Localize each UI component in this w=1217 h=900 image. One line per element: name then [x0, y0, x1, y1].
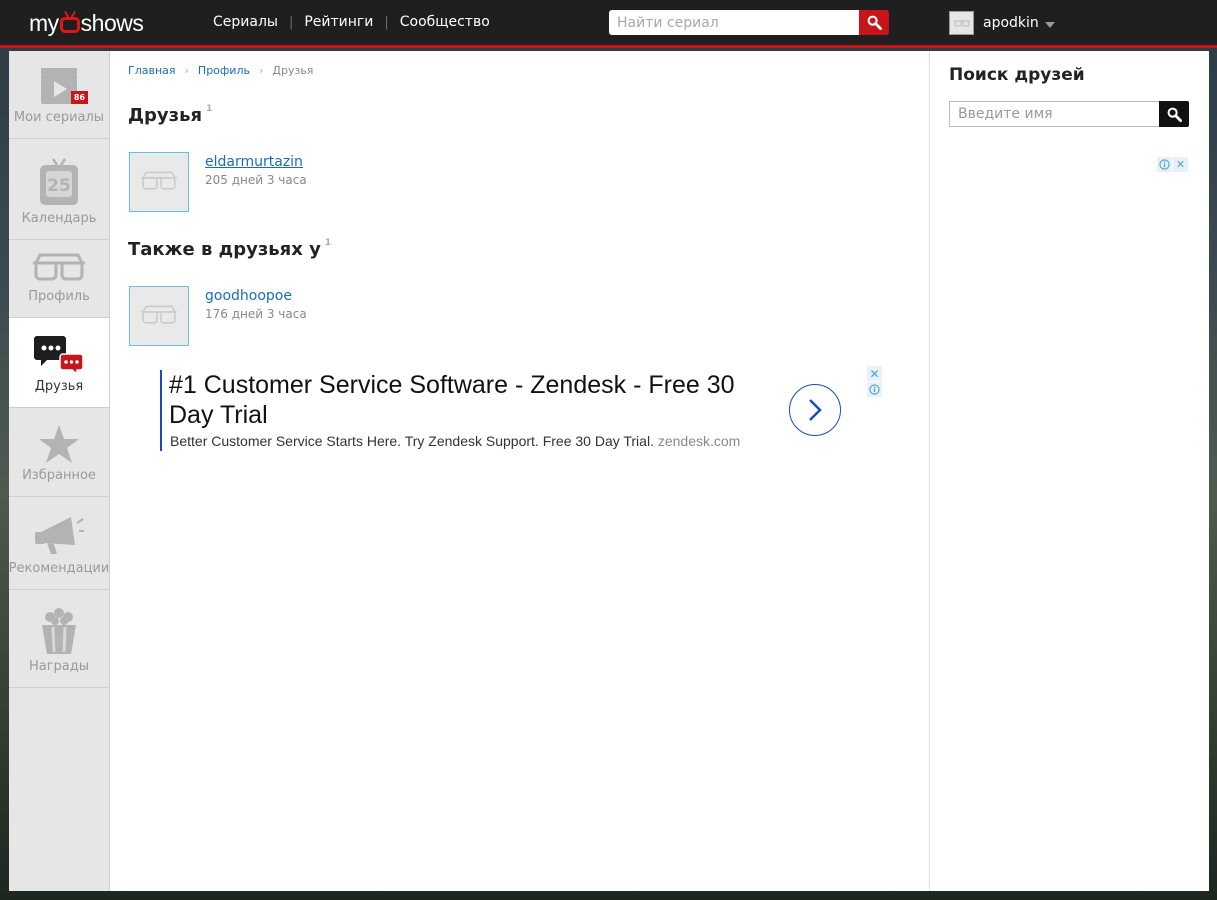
main-nav: Сериалы | Рейтинги | Сообщество: [213, 14, 490, 30]
sidebar-item-label: Профиль: [28, 289, 90, 304]
friend-name-link[interactable]: goodhoopoe: [205, 288, 307, 304]
sidebar-item-label: Календарь: [21, 211, 97, 226]
ad-banner[interactable]: #1 Customer Service Software - Zendesk -…: [160, 370, 885, 451]
breadcrumb-current: Друзья: [272, 64, 314, 77]
chevron-right-icon: ›: [258, 64, 264, 77]
ad-info-icon[interactable]: [867, 382, 882, 397]
avatar[interactable]: [129, 152, 189, 212]
ad-domain: zendesk.com: [657, 433, 741, 449]
glasses-icon: [141, 305, 177, 324]
sidebar-item-calendar[interactable]: 25 Календарь: [9, 139, 109, 240]
user-menu[interactable]: apodkin: [949, 11, 1055, 35]
username: apodkin: [983, 15, 1039, 31]
ad-description-text: Better Customer Service Starts Here. Try…: [170, 433, 654, 449]
nav-link-ratings[interactable]: Рейтинги: [304, 14, 373, 30]
breadcrumb-profile[interactable]: Профиль: [198, 64, 250, 77]
nav-link-community[interactable]: Сообщество: [400, 14, 490, 30]
right-panel: Поиск друзей ✕: [930, 51, 1209, 891]
also-friends-title-text: Также в друзьях у: [128, 239, 321, 260]
sidebar: 86 Мои сериалы 25 Календарь Профиль Друз…: [9, 51, 110, 891]
chat-bubbles-icon: [34, 333, 84, 375]
search-icon: [867, 15, 882, 30]
friends-title: Друзья 1: [128, 104, 213, 126]
sidebar-item-awards[interactable]: Награды: [9, 590, 109, 688]
ad-arrow-button[interactable]: [789, 384, 841, 436]
sidebar-item-label: Друзья: [34, 379, 84, 394]
main-content: Главная › Профиль › Друзья Друзья 1 eldar…: [110, 51, 930, 891]
friend-info: eldarmurtazin 205 дней 3 часа: [205, 154, 307, 212]
friend-info: goodhoopoe 176 дней 3 часа: [205, 288, 307, 346]
ad-controls: ✕: [1157, 157, 1188, 172]
friend-search-input[interactable]: [949, 101, 1160, 127]
calendar-day: 25: [47, 176, 71, 196]
glasses-icon: [31, 253, 87, 285]
friend-duration: 176 дней 3 часа: [205, 307, 307, 321]
ad-info-icon[interactable]: [1157, 157, 1172, 172]
friends-count: 1: [206, 104, 213, 114]
also-friends-count: 1: [324, 238, 332, 248]
chevron-down-icon: [1044, 21, 1055, 28]
logo-text-shows: shows: [80, 9, 144, 36]
ad-title[interactable]: #1 Customer Service Software - Zendesk -…: [169, 370, 769, 430]
site-logo[interactable]: my shows: [29, 9, 144, 37]
ad-close-icon[interactable]: ✕: [1173, 157, 1188, 172]
chevron-right-icon: [809, 399, 822, 421]
calendar-tv-icon: 25: [37, 155, 81, 207]
sidebar-item-friends[interactable]: Друзья: [9, 318, 109, 408]
friend-duration: 205 дней 3 часа: [205, 173, 307, 187]
friend-search-title: Поиск друзей: [949, 65, 1085, 85]
sidebar-item-label: Награды: [28, 659, 90, 674]
ad-close-icon[interactable]: ✕: [867, 366, 882, 381]
friend-name-link[interactable]: eldarmurtazin: [205, 154, 307, 170]
search-icon: [1167, 107, 1182, 122]
avatar: [949, 11, 974, 35]
glasses-icon: [141, 171, 177, 190]
star-icon: [38, 424, 80, 464]
megaphone-icon: [33, 511, 85, 557]
ad-description: Better Customer Service Starts Here. Try…: [170, 433, 740, 449]
sidebar-item-favorites[interactable]: Избранное: [9, 408, 109, 497]
new-episodes-badge: 86: [70, 91, 88, 104]
list-item: goodhoopoe 176 дней 3 часа: [129, 286, 307, 346]
sidebar-item-profile[interactable]: Профиль: [9, 240, 109, 318]
also-friends-title: Также в друзьях у1: [128, 238, 332, 260]
avatar[interactable]: [129, 286, 189, 346]
sidebar-item-my-series[interactable]: 86 Мои сериалы: [9, 51, 109, 139]
glasses-icon: [953, 20, 970, 27]
breadcrumb-home[interactable]: Главная: [128, 64, 176, 77]
nav-link-series[interactable]: Сериалы: [213, 14, 278, 30]
sidebar-item-recommendations[interactable]: Рекомендации: [9, 497, 109, 590]
popcorn-icon: [38, 607, 80, 655]
breadcrumb: Главная › Профиль › Друзья: [128, 64, 313, 77]
friends-title-text: Друзья: [128, 105, 203, 126]
logo-text-my: my: [29, 9, 59, 36]
list-item: eldarmurtazin 205 дней 3 часа: [129, 152, 307, 212]
chevron-right-icon: ›: [184, 64, 189, 77]
sidebar-item-label: Избранное: [22, 468, 96, 483]
nav-separator: |: [384, 14, 389, 30]
sidebar-item-label: Мои сериалы: [13, 110, 105, 125]
tv-logo-icon: [59, 17, 80, 33]
nav-separator: |: [288, 14, 294, 30]
sidebar-item-label: Рекомендации: [8, 561, 110, 576]
series-search-input[interactable]: [609, 10, 859, 35]
friend-search-button[interactable]: [1159, 101, 1189, 127]
series-search-button[interactable]: [859, 10, 889, 35]
top-bar: my shows Сериалы | Рейтинги | Сообщество …: [0, 0, 1217, 48]
